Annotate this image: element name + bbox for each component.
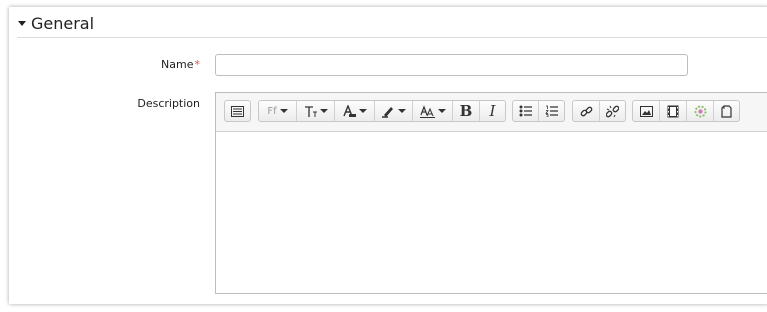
text-style-button[interactable] xyxy=(413,101,453,121)
link-button[interactable] xyxy=(573,101,600,121)
section-divider xyxy=(17,37,767,38)
description-label: Description xyxy=(137,97,200,110)
settings-card: General Name* Description Ff B I xyxy=(9,7,767,304)
name-label: Name* xyxy=(161,58,200,71)
manage-files-button[interactable] xyxy=(714,101,739,121)
toolbar-group-lists xyxy=(512,100,565,122)
background-color-icon xyxy=(382,106,393,118)
toolbar-group-links xyxy=(572,100,626,122)
show-more-buttons-icon xyxy=(231,105,244,117)
media-icon xyxy=(667,105,679,117)
toolbar-group-more xyxy=(224,100,251,122)
font-color-icon xyxy=(343,104,356,117)
section-title: General xyxy=(31,13,95,33)
unlink-icon xyxy=(606,105,619,117)
italic-button[interactable]: I xyxy=(480,101,505,121)
description-editor: Ff B I xyxy=(215,92,767,294)
section-header-general[interactable]: General xyxy=(18,12,94,34)
chevron-down-icon xyxy=(279,109,288,113)
recordrtc-button[interactable] xyxy=(687,101,714,121)
chevron-down-icon xyxy=(437,109,446,113)
image-button[interactable] xyxy=(633,101,660,121)
font-size-icon xyxy=(304,105,317,117)
chevron-down-icon xyxy=(359,109,367,113)
editor-toolbar: Ff B I xyxy=(216,93,767,132)
unordered-list-button[interactable] xyxy=(513,101,539,121)
manage-files-icon xyxy=(721,104,732,118)
chevron-down-icon xyxy=(398,109,406,113)
link-icon xyxy=(580,106,592,116)
collapse-caret-icon[interactable] xyxy=(18,21,26,26)
media-button[interactable] xyxy=(660,101,687,121)
font-color-button[interactable] xyxy=(335,101,375,121)
chevron-down-icon xyxy=(319,109,328,113)
ordered-list-button[interactable] xyxy=(539,101,564,121)
description-textarea[interactable] xyxy=(216,132,767,293)
font-family-icon: Ff xyxy=(267,105,277,117)
text-style-icon xyxy=(419,104,435,118)
font-family-button[interactable]: Ff xyxy=(259,101,297,121)
ordered-list-icon xyxy=(545,105,558,117)
unlink-button[interactable] xyxy=(600,101,625,121)
font-size-button[interactable] xyxy=(297,101,335,121)
toolbar-group-media xyxy=(632,100,740,122)
image-icon xyxy=(639,105,653,117)
toolbar-group-style: Ff B I xyxy=(258,100,506,122)
recordrtc-icon xyxy=(694,105,706,117)
name-input[interactable] xyxy=(215,54,688,76)
bold-button[interactable]: B xyxy=(453,101,480,121)
background-color-button[interactable] xyxy=(375,101,413,121)
required-mark: * xyxy=(194,58,201,71)
unordered-list-icon xyxy=(519,105,532,117)
show-more-buttons[interactable] xyxy=(225,101,250,121)
